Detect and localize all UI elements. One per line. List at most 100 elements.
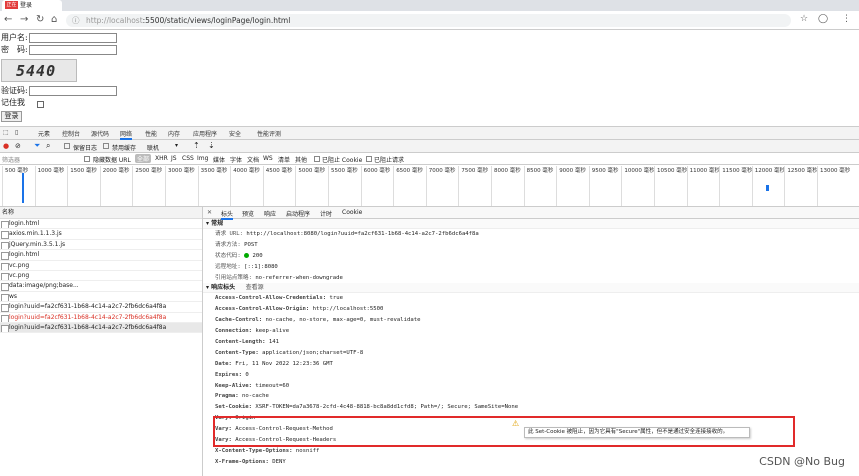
close-icon[interactable]: ✕ — [207, 209, 212, 216]
tab-application[interactable]: 应用程序 — [193, 129, 217, 138]
filter-type-xhr[interactable]: XHR — [155, 155, 168, 162]
password-input[interactable] — [29, 45, 117, 55]
tab-memory[interactable]: 内存 — [168, 129, 180, 138]
hide-data-url-checkbox[interactable] — [84, 156, 90, 162]
tab-initiator[interactable]: 启动程序 — [286, 209, 310, 218]
preserve-log-checkbox[interactable] — [64, 143, 70, 149]
header-key: Content-Type: — [215, 349, 259, 356]
filter-type-ws[interactable]: WS — [263, 155, 273, 162]
export-icon[interactable]: ⇣ — [208, 141, 215, 150]
general-row: 状态代码: 200 — [203, 251, 859, 262]
tab-sources[interactable]: 源代码 — [91, 129, 109, 138]
network-timeline[interactable]: 500 毫秒 1000 毫秒 1500 毫秒 2000 毫秒 2500 毫秒 3000 毫… — [0, 165, 859, 207]
captcha-label: 验证码: — [1, 86, 28, 95]
remember-checkbox[interactable] — [37, 101, 44, 108]
browser-tab[interactable]: 正在测试 登录 — [2, 0, 62, 16]
tab-cookie[interactable]: Cookie — [342, 209, 362, 216]
captcha-image[interactable]: 5440 — [1, 59, 77, 82]
timeline-tick: 10500 毫秒 — [654, 166, 687, 206]
reload-icon[interactable]: ↻ — [36, 14, 44, 25]
response-header-row: Cache-Control: no-cache, no-store, max-a… — [203, 315, 859, 326]
tab-elements[interactable]: 元素 — [38, 129, 50, 138]
back-icon[interactable]: ← — [4, 14, 12, 25]
header-value: XSRF-TOKEN=da7a3678-2cfd-4c48-8818-bc8a8… — [255, 404, 519, 411]
response-header-row: Connection: keep-alive — [203, 326, 859, 337]
clear-icon[interactable]: ⊘ — [15, 142, 21, 150]
header-key: Cache-Control: — [215, 317, 263, 324]
filter-type-media[interactable]: 媒体 — [213, 155, 225, 164]
header-value: 0 — [245, 371, 249, 378]
warning-icon[interactable]: ⚠ — [512, 419, 519, 428]
filter-bar: 筛选器 隐藏数据 URL 全部 XHR JS CSS Img 媒体 字体 文档 … — [0, 153, 859, 165]
tab-lighthouse[interactable]: 性能评测 — [257, 129, 281, 138]
request-row[interactable]: vc.png — [0, 261, 202, 271]
filter-type-other[interactable]: 其他 — [295, 155, 307, 164]
timeline-tick: 11000 毫秒 — [686, 166, 720, 206]
tab-timing[interactable]: 计时 — [320, 209, 332, 218]
requests-header[interactable]: 名称 — [0, 207, 202, 219]
tab-performance[interactable]: 性能 — [145, 129, 157, 138]
blocked-cookie-checkbox[interactable] — [314, 156, 320, 162]
tab-security[interactable]: 安全 — [229, 129, 241, 138]
forward-icon[interactable]: → — [20, 14, 28, 25]
header-value: Fri, 11 Nov 2022 12:23:36 GMT — [235, 360, 333, 367]
login-button[interactable]: 登录 — [1, 111, 22, 122]
response-header-row: Pragma: no-cache — [203, 391, 859, 402]
tab-console[interactable]: 控制台 — [62, 129, 80, 138]
blocked-requests-checkbox[interactable] — [366, 156, 372, 162]
username-label: 用户名: — [1, 33, 28, 42]
filter-type-manifest[interactable]: 清单 — [278, 155, 290, 164]
request-row[interactable]: ws — [0, 292, 202, 303]
inspect-icon[interactable]: ⬚ — [3, 129, 9, 136]
filter-type-font[interactable]: 字体 — [230, 155, 242, 164]
filter-input[interactable]: 筛选器 — [2, 155, 20, 164]
timeline-tick: 2500 毫秒 — [132, 166, 162, 206]
throttle-select[interactable]: 联机 — [147, 143, 159, 152]
general-value: POST — [244, 241, 258, 248]
request-row[interactable]: login?uuid=fa2cf631-1b68-4c14-a2c7-2fb6d… — [0, 313, 202, 323]
address-bar-row: ← → ↻ ⌂ ⓘ http://localhost:5500/static/v… — [0, 11, 859, 30]
response-headers-title: 响应标头 — [211, 284, 236, 292]
captcha-input[interactable] — [29, 86, 117, 96]
tab-headers[interactable]: 标头 — [221, 209, 234, 220]
tab-preview[interactable]: 预览 — [242, 209, 254, 218]
filter-type-img[interactable]: Img — [197, 155, 208, 162]
request-row[interactable]: login?uuid=fa2cf631-1b68-4c14-a2c7-2fb6d… — [0, 322, 202, 334]
info-icon[interactable]: ⓘ — [72, 14, 80, 27]
search-icon[interactable]: ⌕ — [46, 141, 50, 151]
general-key: 状态代码: — [215, 252, 241, 259]
chevron-down-icon[interactable]: ▾ — [175, 142, 178, 149]
filter-icon[interactable]: ⏷ — [34, 141, 40, 151]
home-icon[interactable]: ⌂ — [51, 14, 57, 25]
request-row[interactable]: vc.png — [0, 271, 202, 282]
request-row[interactable]: data:image/png;base... — [0, 281, 202, 292]
url-field[interactable]: ⓘ http://localhost:5500/static/views/log… — [66, 14, 791, 27]
tab-badge: 正在测试 — [5, 1, 18, 16]
view-source-link[interactable]: 查看源 — [246, 284, 264, 291]
request-row[interactable]: login?uuid=fa2cf631-1b68-4c14-a2c7-2fb6d… — [0, 302, 202, 313]
import-icon[interactable]: ⇡ — [193, 141, 200, 150]
timeline-tick: 7500 毫秒 — [458, 166, 488, 206]
header-value: no-cache, no-store, max-age=0, must-reva… — [265, 317, 421, 324]
filter-type-css[interactable]: CSS — [182, 155, 194, 162]
response-headers-section-header[interactable]: ▾ 响应标头 查看源 — [203, 283, 859, 294]
username-input[interactable] — [29, 33, 117, 43]
response-header-row: Access-Control-Allow-Origin: http://loca… — [203, 304, 859, 315]
tab-network[interactable]: 网络 — [120, 129, 133, 140]
request-row[interactable]: axios.min.1.1.3.js — [0, 229, 202, 240]
filter-type-doc[interactable]: 文档 — [247, 155, 259, 164]
request-row[interactable]: jQuery.min.3.5.1.js — [0, 240, 202, 251]
device-icon[interactable]: ▯ — [15, 129, 18, 136]
request-row[interactable]: login.html — [0, 219, 202, 230]
record-icon[interactable]: ● — [3, 142, 9, 150]
header-key: Access-Control-Allow-Credentials: — [215, 295, 327, 302]
star-icon[interactable]: ☆ — [800, 14, 808, 24]
filter-type-js[interactable]: JS — [171, 155, 177, 162]
general-section-header[interactable]: ▾ 常规 — [203, 219, 859, 229]
menu-icon[interactable]: ⋮ — [842, 14, 851, 24]
tab-response[interactable]: 响应 — [264, 209, 276, 218]
filter-type-all[interactable]: 全部 — [135, 154, 152, 163]
request-row[interactable]: login.html — [0, 250, 202, 261]
disable-cache-checkbox[interactable] — [103, 143, 109, 149]
profile-icon[interactable]: ◯ — [818, 14, 828, 24]
